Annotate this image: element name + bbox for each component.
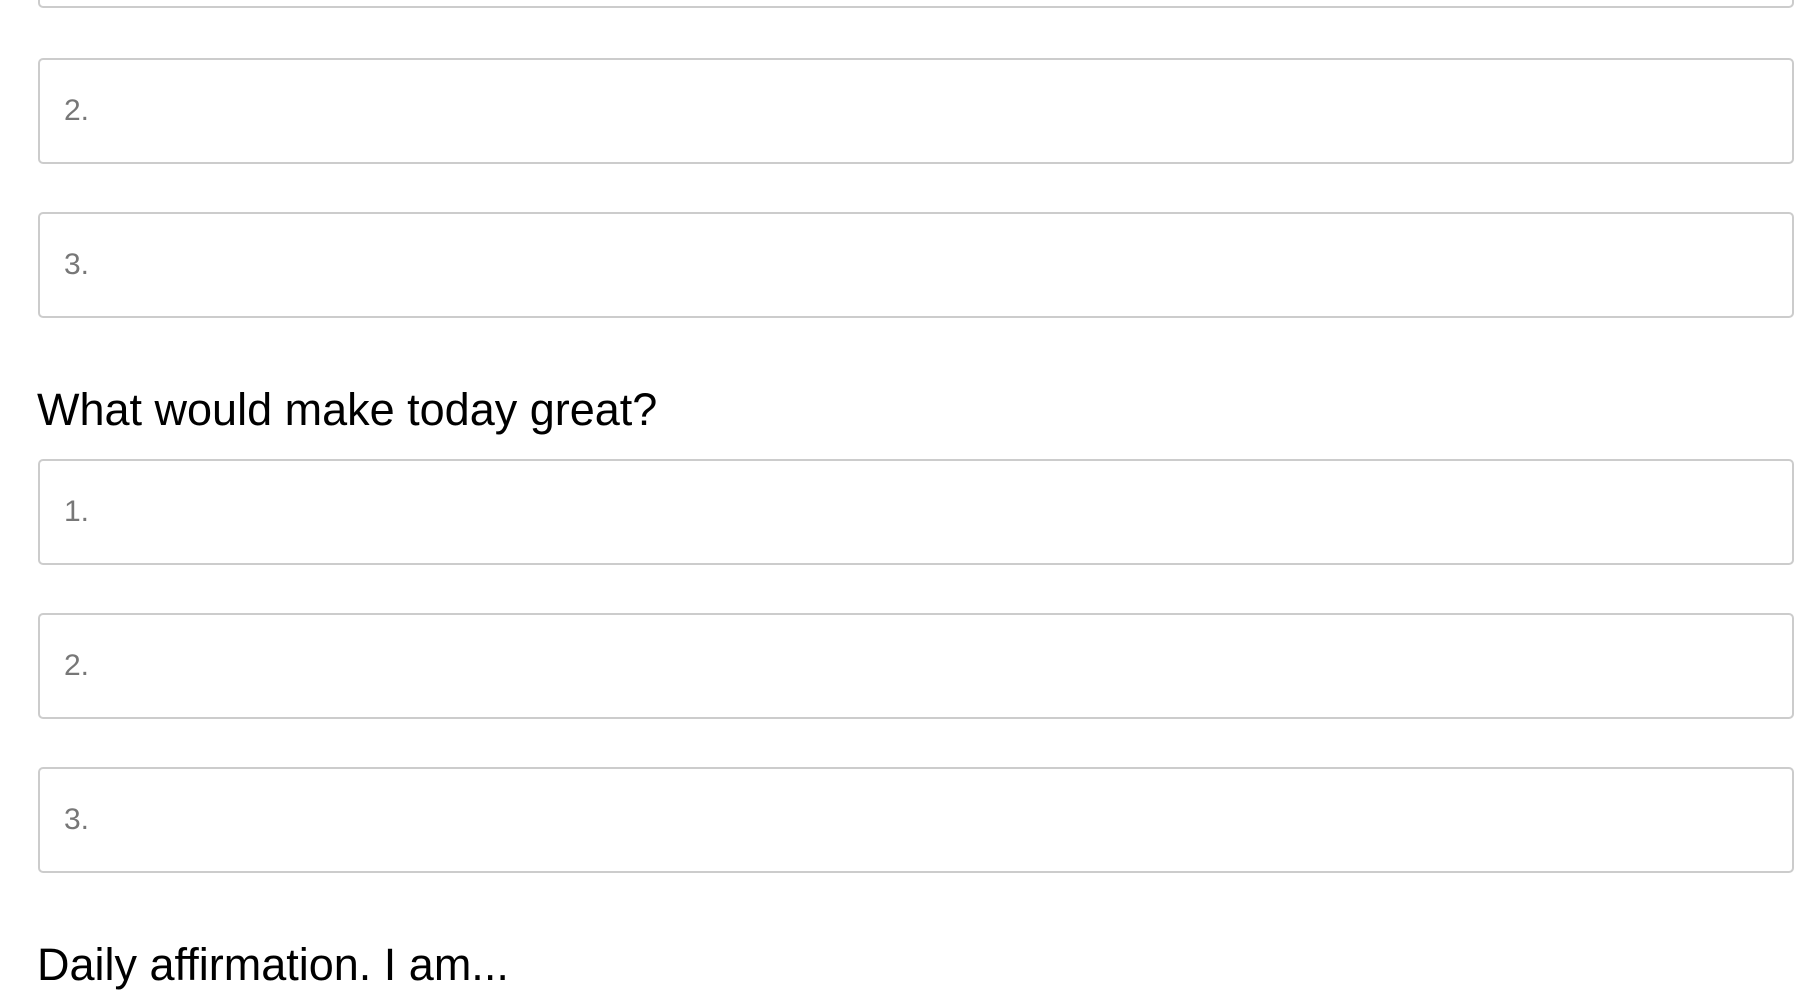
journal-form: What would make today great? Daily affir… bbox=[0, 0, 1814, 1000]
gratitude-field-1[interactable] bbox=[38, 0, 1794, 8]
make-today-great-field-3[interactable] bbox=[38, 767, 1794, 873]
make-today-great-field-1[interactable] bbox=[38, 459, 1794, 565]
gratitude-field-2[interactable] bbox=[38, 58, 1794, 164]
daily-affirmation-heading: Daily affirmation. I am... bbox=[37, 939, 509, 990]
make-today-great-field-2[interactable] bbox=[38, 613, 1794, 719]
gratitude-field-3[interactable] bbox=[38, 212, 1794, 318]
make-today-great-heading: What would make today great? bbox=[37, 384, 658, 435]
